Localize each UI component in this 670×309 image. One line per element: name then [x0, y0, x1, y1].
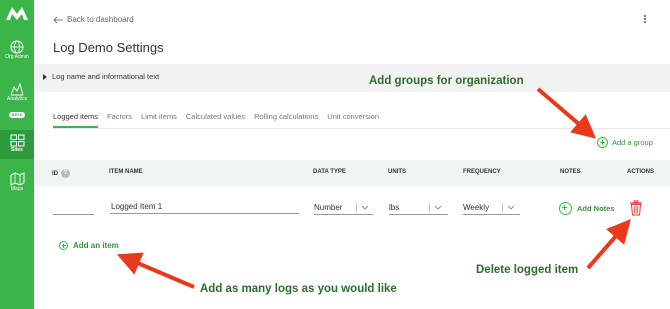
- header-data-type: DATA TYPE: [313, 169, 346, 175]
- tab-bar: Logged items Factors Limit items Calcula…: [53, 112, 379, 128]
- arrow-to-add-group: [536, 87, 597, 139]
- chevron-down-icon: [361, 205, 369, 210]
- globe-icon: [10, 40, 24, 54]
- frequency-value: Weekly: [463, 203, 490, 212]
- id-input[interactable]: [53, 201, 94, 215]
- data-type-value: Number: [314, 203, 343, 212]
- tab-factors[interactable]: Factors: [107, 112, 132, 128]
- tab-logged-items[interactable]: Logged items: [53, 112, 99, 128]
- tab-calculated-values[interactable]: Calculated values: [186, 112, 245, 128]
- add-notes-label: Add Notes: [577, 204, 615, 213]
- header-id: ID?: [52, 169, 70, 178]
- chevron-down-icon: [507, 205, 515, 210]
- header-actions: ACTIONS: [627, 169, 654, 175]
- sites-icon: [10, 134, 24, 147]
- units-value: lbs: [389, 203, 400, 212]
- beta-badge: BETA: [8, 112, 26, 118]
- tab-rolling-calculations[interactable]: Rolling calculations: [254, 112, 318, 128]
- arrow-left-icon: [53, 16, 63, 23]
- select-separator: [429, 202, 430, 213]
- plus-circle-icon: [597, 137, 608, 148]
- chevron-down-icon: [434, 205, 442, 210]
- header-frequency: FREQUENCY: [463, 169, 501, 175]
- callout-add-logs: Add as many logs as you would like: [200, 283, 397, 295]
- select-separator: [356, 202, 357, 213]
- back-to-dashboard-link[interactable]: Back to dashboard: [53, 15, 134, 24]
- header-units: UNITS: [388, 169, 406, 175]
- callout-delete-item: Delete logged item: [476, 264, 579, 276]
- nav-analytics-label: Analytics: [6, 96, 27, 102]
- header-id-label: ID: [52, 171, 58, 178]
- page-title: Log Demo Settings: [53, 40, 164, 55]
- more-options-icon[interactable]: [642, 14, 648, 26]
- add-item-label: Add an item: [73, 241, 119, 250]
- header-notes: NOTES: [560, 169, 581, 175]
- nav-maps-label: Maps: [10, 186, 24, 192]
- accordion-log-name[interactable]: Log name and informational text: [35, 64, 670, 92]
- header-item-name: ITEM NAME: [109, 169, 143, 175]
- arrow-to-add-item: [116, 252, 195, 289]
- add-group-button[interactable]: Add a group: [597, 137, 653, 148]
- map-icon: [10, 172, 24, 186]
- frequency-select[interactable]: Weekly: [463, 201, 520, 215]
- callout-add-groups: Add groups for organization: [369, 75, 524, 87]
- add-group-label: Add a group: [612, 138, 653, 147]
- nav-analytics[interactable]: Analytics BETA: [0, 82, 34, 121]
- back-label: Back to dashboard: [67, 15, 134, 24]
- add-notes-button[interactable]: Add Notes: [559, 202, 615, 215]
- nav-maps[interactable]: Maps: [0, 172, 34, 193]
- accordion-label: Log name and informational text: [52, 72, 160, 81]
- select-separator: [502, 202, 503, 213]
- item-name-input[interactable]: Logged Item 1: [110, 200, 299, 214]
- caret-right-icon: [43, 74, 47, 80]
- nav-org-admin-label: Org Admin: [5, 54, 29, 60]
- help-icon[interactable]: ?: [61, 169, 70, 178]
- nav-sites-label: Sites: [11, 147, 23, 153]
- plus-circle-icon: [559, 202, 572, 215]
- tab-unit-conversion[interactable]: Unit conversion: [327, 112, 379, 128]
- tab-divider: [53, 128, 670, 129]
- chart-icon: [10, 82, 24, 96]
- nav-sites[interactable]: Sites: [0, 130, 34, 159]
- units-select[interactable]: lbs: [389, 201, 448, 215]
- arrow-to-trash: [586, 218, 631, 270]
- tab-limit-items[interactable]: Limit items: [141, 112, 177, 128]
- data-type-select[interactable]: Number: [314, 201, 373, 215]
- plus-circle-icon: [59, 241, 68, 250]
- sidebar: Org Admin Analytics BETA Sites Maps: [0, 0, 34, 309]
- nav-org-admin[interactable]: Org Admin: [0, 40, 34, 61]
- add-item-button[interactable]: Add an item: [59, 241, 119, 250]
- table-header: ID? ITEM NAME DATA TYPE UNITS FREQUENCY …: [35, 160, 670, 186]
- brand-logo[interactable]: [5, 4, 29, 22]
- trash-icon[interactable]: [629, 200, 643, 216]
